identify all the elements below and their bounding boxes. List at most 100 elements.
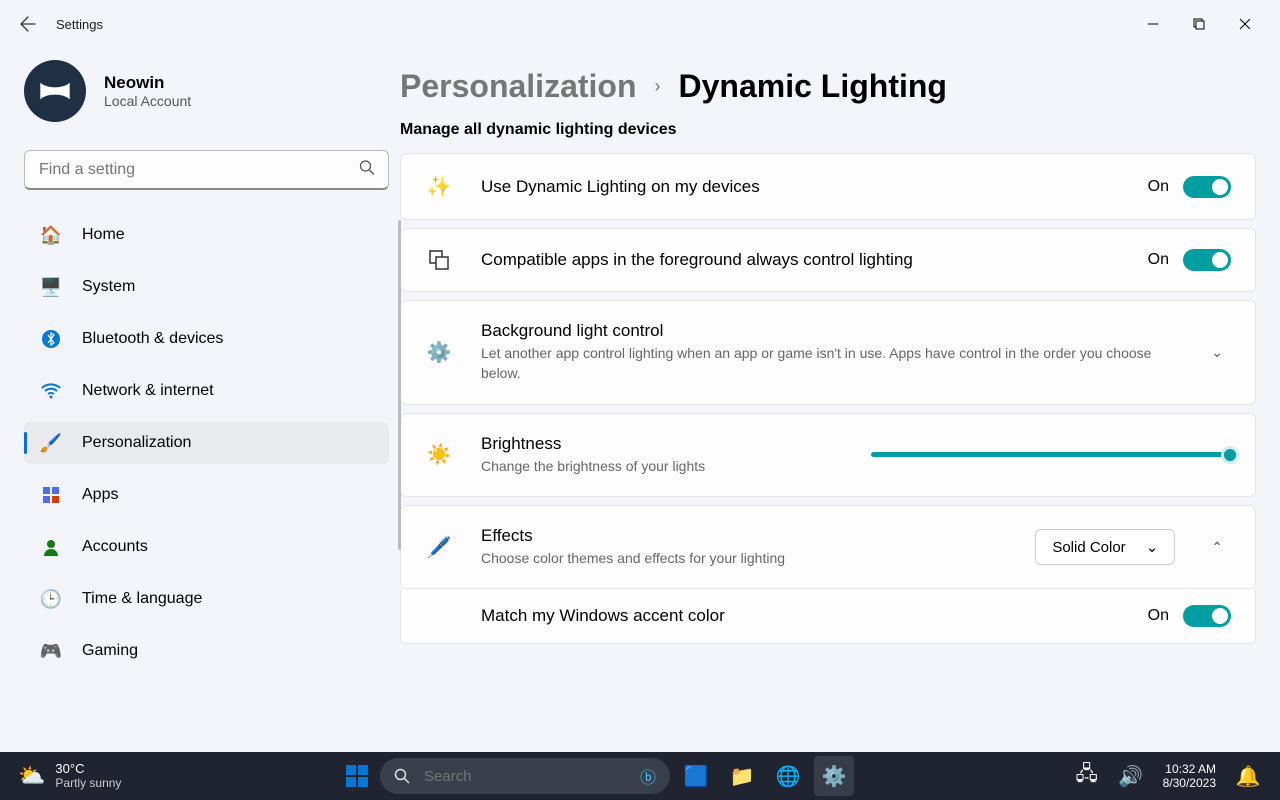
- card-effects[interactable]: 🖊️ Effects Choose color themes and effec…: [400, 505, 1256, 589]
- layers-icon: [425, 249, 453, 271]
- sidebar-item-bluetooth[interactable]: Bluetooth & devices: [24, 318, 389, 360]
- taskbar: ⛅ 30°C Partly sunny ⓑ 🟦 📁 🌐 ⚙️ 🖧 🔊 10:32…: [0, 752, 1280, 800]
- close-icon: [1239, 18, 1251, 30]
- card-title: Match my Windows accent color: [481, 606, 1148, 626]
- close-button[interactable]: [1222, 8, 1268, 40]
- maximize-icon: [1193, 18, 1205, 30]
- bell-icon: 🔔: [1236, 764, 1261, 789]
- clock-time: 10:32 AM: [1163, 762, 1216, 776]
- card-desc: Choose color themes and effects for your…: [481, 548, 1007, 568]
- taskbar-copilot[interactable]: 🟦: [676, 756, 716, 796]
- chevron-down-icon[interactable]: ⌄: [1203, 344, 1231, 361]
- main-content: Personalization › Dynamic Lighting Manag…: [400, 48, 1280, 752]
- profile-block[interactable]: Neowin Local Account: [24, 60, 400, 122]
- card-title: Effects: [481, 526, 1007, 546]
- tray-notifications[interactable]: 🔔: [1228, 756, 1268, 796]
- sidebar: Neowin Local Account 🏠 Home 🖥️ System Bl…: [0, 48, 400, 752]
- sidebar-item-label: Gaming: [82, 642, 138, 660]
- toggle-switch[interactable]: [1183, 176, 1231, 198]
- tray-volume[interactable]: 🔊: [1111, 756, 1151, 796]
- card-accent-color[interactable]: Match my Windows accent color On: [400, 589, 1256, 644]
- toggle-state: On: [1148, 607, 1169, 625]
- back-button[interactable]: [12, 8, 44, 40]
- edge-icon: 🌐: [776, 764, 801, 789]
- weather-icon: ⛅: [18, 763, 45, 789]
- sidebar-item-personalization[interactable]: 🖌️ Personalization: [24, 422, 389, 464]
- system-icon: 🖥️: [40, 276, 62, 298]
- folder-icon: 📁: [730, 764, 755, 789]
- dropdown-value: Solid Color: [1052, 539, 1125, 556]
- profile-name: Neowin: [104, 73, 191, 93]
- gamepad-icon: 🎮: [40, 640, 62, 662]
- toggle-state: On: [1148, 178, 1169, 196]
- window-title: Settings: [56, 17, 103, 32]
- toggle-state: On: [1148, 251, 1169, 269]
- network-icon: 🖧: [1075, 759, 1097, 793]
- sidebar-item-label: Home: [82, 226, 125, 244]
- tray-network[interactable]: 🖧: [1067, 756, 1107, 796]
- chevron-up-icon[interactable]: ⌃: [1203, 539, 1231, 556]
- sparkle-icon: ✨: [425, 174, 453, 199]
- taskbar-edge[interactable]: 🌐: [768, 756, 808, 796]
- card-desc: Let another app control lighting when an…: [481, 343, 1175, 384]
- breadcrumb-parent[interactable]: Personalization: [400, 68, 637, 105]
- taskbar-clock[interactable]: 10:32 AM 8/30/2023: [1155, 762, 1224, 791]
- sidebar-item-home[interactable]: 🏠 Home: [24, 214, 389, 256]
- minimize-button[interactable]: [1130, 8, 1176, 40]
- card-compatible-apps[interactable]: Compatible apps in the foreground always…: [400, 228, 1256, 292]
- toggle-switch[interactable]: [1183, 605, 1231, 627]
- search-icon: [359, 160, 375, 181]
- clock-date: 8/30/2023: [1163, 776, 1216, 790]
- volume-icon: 🔊: [1118, 764, 1143, 789]
- sidebar-item-accounts[interactable]: Accounts: [24, 526, 389, 568]
- brightness-slider[interactable]: [871, 452, 1231, 457]
- breadcrumb: Personalization › Dynamic Lighting: [400, 68, 1256, 105]
- search-input[interactable]: [24, 150, 389, 190]
- copilot-icon: 🟦: [684, 764, 709, 789]
- sidebar-item-gaming[interactable]: 🎮 Gaming: [24, 630, 389, 672]
- chevron-right-icon: ›: [655, 76, 661, 97]
- effects-dropdown[interactable]: Solid Color ⌄: [1035, 529, 1175, 565]
- taskbar-settings[interactable]: ⚙️: [814, 756, 854, 796]
- sidebar-item-label: Time & language: [82, 590, 202, 608]
- bing-icon: ⓑ: [640, 764, 656, 788]
- titlebar: Settings: [0, 0, 1280, 48]
- weather-desc: Partly sunny: [55, 777, 121, 790]
- pen-icon: 🖊️: [425, 535, 453, 560]
- wifi-icon: [40, 380, 62, 402]
- card-title: Compatible apps in the foreground always…: [481, 250, 1120, 270]
- taskbar-explorer[interactable]: 📁: [722, 756, 762, 796]
- sidebar-item-time[interactable]: 🕒 Time & language: [24, 578, 389, 620]
- arrow-left-icon: [20, 16, 36, 32]
- sidebar-item-apps[interactable]: Apps: [24, 474, 389, 516]
- search-box[interactable]: [24, 150, 389, 190]
- card-title: Background light control: [481, 321, 1175, 341]
- nav-scrollbar[interactable]: [398, 220, 401, 666]
- section-label: Manage all dynamic lighting devices: [400, 121, 1256, 139]
- sidebar-item-network[interactable]: Network & internet: [24, 370, 389, 412]
- taskbar-search[interactable]: ⓑ: [380, 758, 670, 794]
- bluetooth-icon: [40, 328, 62, 350]
- clock-icon: 🕒: [40, 588, 62, 610]
- slider-thumb[interactable]: [1221, 446, 1239, 464]
- card-brightness: ☀️ Brightness Change the brightness of y…: [400, 413, 1256, 497]
- person-icon: [40, 536, 62, 558]
- card-title: Brightness: [481, 434, 843, 454]
- sidebar-item-label: System: [82, 278, 135, 296]
- sidebar-item-system[interactable]: 🖥️ System: [24, 266, 389, 308]
- toggle-switch[interactable]: [1183, 249, 1231, 271]
- breadcrumb-current: Dynamic Lighting: [679, 68, 947, 105]
- apps-icon: [40, 484, 62, 506]
- chevron-down-icon: ⌄: [1146, 538, 1159, 556]
- card-background-control[interactable]: ⚙️ Background light control Let another …: [400, 300, 1256, 405]
- sidebar-item-label: Apps: [82, 486, 118, 504]
- profile-sub: Local Account: [104, 93, 191, 109]
- start-button[interactable]: [340, 759, 374, 793]
- taskbar-weather[interactable]: ⛅ 30°C Partly sunny: [0, 762, 139, 789]
- home-icon: 🏠: [40, 224, 62, 246]
- card-use-dynamic[interactable]: ✨ Use Dynamic Lighting on my devices On: [400, 153, 1256, 220]
- minimize-icon: [1147, 18, 1159, 30]
- maximize-button[interactable]: [1176, 8, 1222, 40]
- weather-temp: 30°C: [55, 762, 121, 776]
- taskbar-search-input[interactable]: [424, 768, 626, 785]
